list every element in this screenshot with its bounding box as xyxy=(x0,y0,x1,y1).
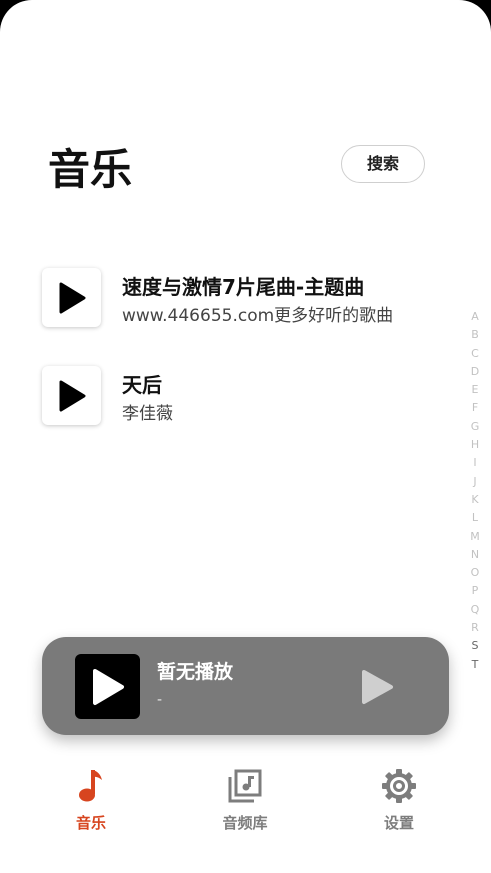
song-list-item[interactable]: 天后 李佳薇 xyxy=(42,366,462,426)
play-icon[interactable] xyxy=(42,268,101,327)
tab-label: 音频库 xyxy=(222,814,268,832)
alpha-index-letter[interactable]: B xyxy=(468,326,482,344)
alpha-index-letter[interactable]: H xyxy=(468,436,482,454)
mini-player[interactable]: 暂无播放 - xyxy=(42,637,449,735)
alpha-index-letter[interactable]: O xyxy=(468,564,482,582)
alpha-index-letter[interactable]: S xyxy=(468,637,482,655)
alpha-index-letter[interactable]: T xyxy=(468,656,482,674)
alpha-index-letter[interactable]: I xyxy=(468,454,482,472)
alpha-index-letter[interactable]: L xyxy=(468,509,482,527)
audio-library-icon xyxy=(195,760,295,812)
gear-icon xyxy=(349,760,449,812)
song-title: 天后 xyxy=(122,373,162,397)
song-list-item[interactable]: 速度与激情7片尾曲-主题曲 www.446655.com更多好听的歌曲 xyxy=(42,268,462,328)
play-icon[interactable] xyxy=(42,366,101,425)
alphabet-index[interactable]: A B C D E F G H I J K L M N O P Q R S T xyxy=(468,308,482,674)
search-button[interactable]: 搜索 xyxy=(341,145,425,183)
song-title: 速度与激情7片尾曲-主题曲 xyxy=(122,275,365,299)
alpha-index-letter[interactable]: D xyxy=(468,363,482,381)
tab-settings[interactable]: 设置 xyxy=(349,760,449,833)
page-title: 音乐 xyxy=(48,145,133,194)
tab-audio-library[interactable]: 音频库 xyxy=(195,760,295,833)
tab-music[interactable]: 音乐 xyxy=(41,760,141,833)
alpha-index-letter[interactable]: F xyxy=(468,399,482,417)
alpha-index-letter[interactable]: K xyxy=(468,491,482,509)
alpha-index-letter[interactable]: E xyxy=(468,381,482,399)
play-button[interactable] xyxy=(356,667,396,707)
alpha-index-letter[interactable]: C xyxy=(468,345,482,363)
album-art xyxy=(75,654,140,719)
alpha-index-letter[interactable]: A xyxy=(468,308,482,326)
tab-label: 音乐 xyxy=(75,814,106,832)
alpha-index-letter[interactable]: P xyxy=(468,582,482,600)
alpha-index-letter[interactable]: G xyxy=(468,418,482,436)
alpha-index-letter[interactable]: R xyxy=(468,619,482,637)
alpha-index-letter[interactable]: N xyxy=(468,546,482,564)
bottom-tab-bar: 音乐 音频库 设置 xyxy=(0,760,491,840)
music-note-icon xyxy=(41,760,141,812)
alpha-index-letter[interactable]: M xyxy=(468,528,482,546)
now-playing-title: 暂无播放 xyxy=(157,661,234,683)
alpha-index-letter[interactable]: Q xyxy=(468,601,482,619)
song-artist: 李佳薇 xyxy=(122,404,173,424)
screen: 音乐 搜索 速度与激情7片尾曲-主题曲 www.446655.com更多好听的歌… xyxy=(0,0,491,873)
tab-label: 设置 xyxy=(383,814,414,832)
now-playing-subtitle: - xyxy=(157,692,163,708)
song-artist: www.446655.com更多好听的歌曲 xyxy=(122,306,394,326)
alpha-index-letter[interactable]: J xyxy=(468,473,482,491)
